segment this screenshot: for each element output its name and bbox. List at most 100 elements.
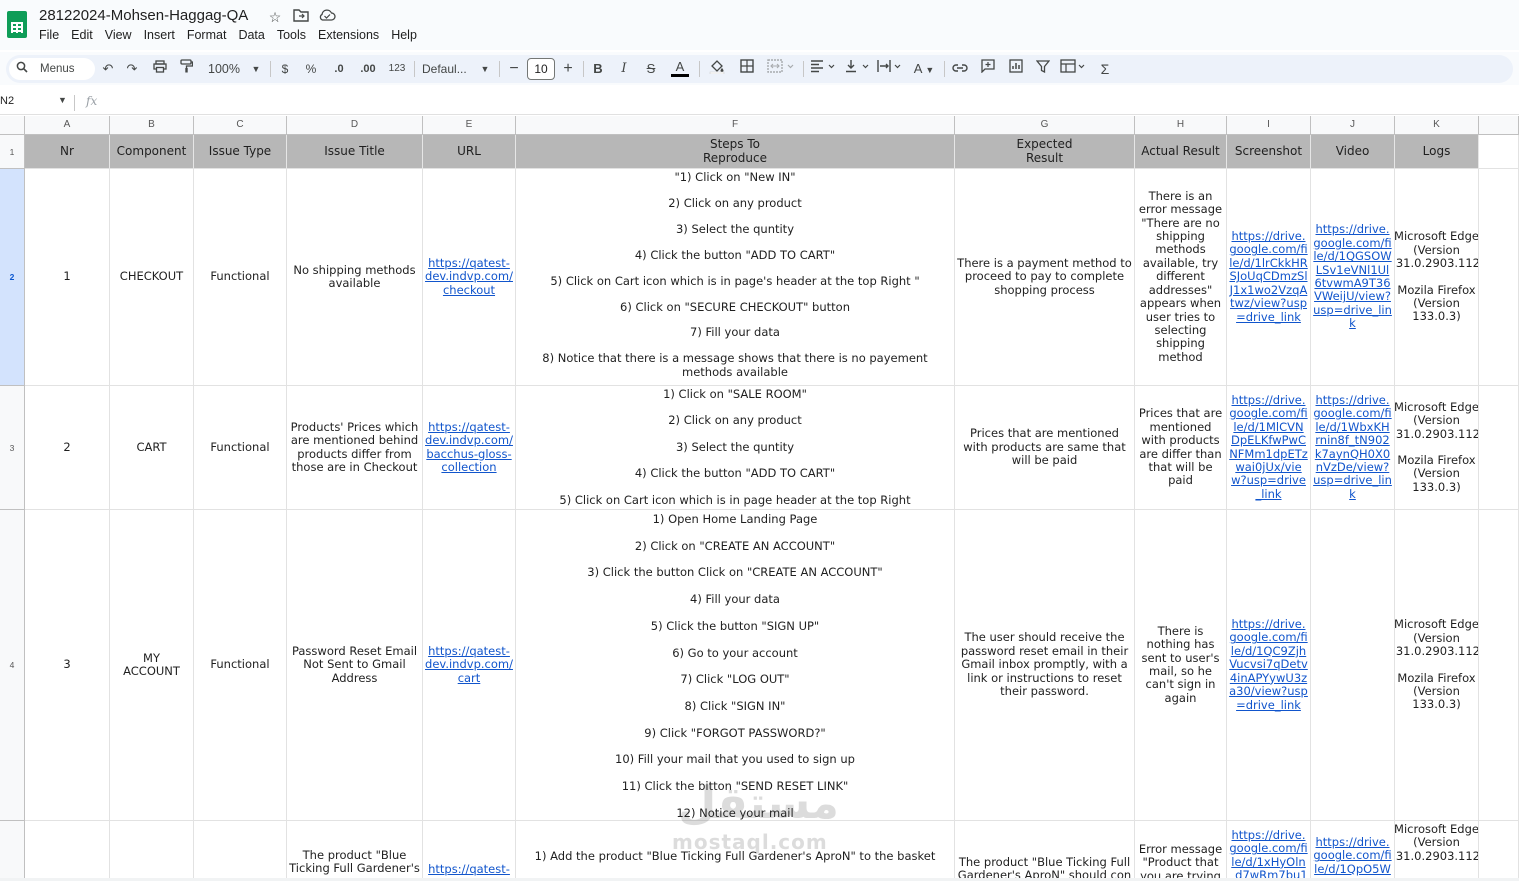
cell-component[interactable] bbox=[110, 821, 194, 881]
cell-actual[interactable]: Error message "Product that you are tryi… bbox=[1135, 821, 1227, 881]
row-header-1[interactable]: 1 bbox=[0, 135, 25, 169]
header-cell-url[interactable]: URL bbox=[423, 135, 516, 169]
header-cell-video[interactable]: Video bbox=[1311, 135, 1395, 169]
menu-tools[interactable]: Tools bbox=[271, 27, 312, 45]
cell-issue-type[interactable]: Functional bbox=[194, 386, 287, 510]
document-title[interactable]: 28122024-Mohsen-Haggag-QA bbox=[39, 7, 248, 24]
cell-logs[interactable]: Microsoft Edge (Version 131.0.2903.112) … bbox=[1395, 386, 1479, 510]
column-header-b[interactable]: B bbox=[110, 116, 194, 135]
bold-button[interactable]: B bbox=[591, 59, 605, 79]
empty-cell[interactable] bbox=[1479, 386, 1519, 510]
cell-url-link[interactable]: https://qatest- bbox=[423, 821, 516, 881]
cell-url-link[interactable]: https://qatest-dev.indvp.com/checkout bbox=[423, 169, 516, 386]
insert-chart-icon[interactable] bbox=[1006, 59, 1026, 79]
header-cell-screenshot[interactable]: Screenshot bbox=[1227, 135, 1311, 169]
menu-insert[interactable]: Insert bbox=[138, 27, 181, 45]
header-cell-logs[interactable]: Logs bbox=[1395, 135, 1479, 169]
header-cell-steps[interactable]: Steps To Reproduce bbox=[516, 135, 955, 169]
cell-logs[interactable]: Microsoft Edge (Version 131.0.2903.112) bbox=[1395, 821, 1479, 881]
number-format-button[interactable]: 123 bbox=[386, 59, 408, 79]
cell-video-link[interactable]: https://drive.google.com/file/d/1WbxKHrn… bbox=[1311, 386, 1395, 510]
fill-color-icon[interactable] bbox=[707, 59, 727, 79]
cell-screenshot-link[interactable]: https://drive.google.com/file/d/1MlCVNDp… bbox=[1227, 386, 1311, 510]
filter-views-icon[interactable] bbox=[1059, 59, 1089, 79]
currency-format-button[interactable]: $ bbox=[278, 59, 292, 79]
cell-expected[interactable]: The user should receive the password res… bbox=[955, 510, 1135, 821]
cell-video-link[interactable]: https://drive.google.com/file/d/1QGSOWLS… bbox=[1311, 169, 1395, 386]
column-header-k[interactable]: K bbox=[1395, 116, 1479, 135]
header-cell-component[interactable]: Component bbox=[110, 135, 194, 169]
insert-link-icon[interactable] bbox=[950, 59, 970, 79]
cell-issue-title[interactable]: Password Reset Email Not Sent to Gmail A… bbox=[287, 510, 423, 821]
empty-cell[interactable] bbox=[1479, 821, 1519, 881]
decrease-decimal-button[interactable]: .0 bbox=[329, 59, 349, 79]
header-cell-nr[interactable]: Nr bbox=[25, 135, 110, 169]
menu-view[interactable]: View bbox=[99, 27, 138, 45]
menus-search[interactable]: Menus bbox=[9, 58, 95, 80]
cell-logs[interactable]: Microsoft Edge (Version 131.0.2903.112) … bbox=[1395, 510, 1479, 821]
cell-issue-title[interactable]: The product "Blue Ticking Full Gardener'… bbox=[287, 821, 423, 881]
folder-move-icon[interactable] bbox=[292, 8, 310, 26]
cloud-status-icon[interactable] bbox=[318, 8, 336, 26]
cell-component[interactable]: CART bbox=[110, 386, 194, 510]
header-cell-actual[interactable]: Actual Result bbox=[1135, 135, 1227, 169]
cell-issue-type[interactable]: Functional bbox=[194, 169, 287, 386]
cell-logs[interactable]: Microsoft Edge (Version 131.0.2903.112) … bbox=[1395, 169, 1479, 386]
header-cell-issue-type[interactable]: Issue Type bbox=[194, 135, 287, 169]
cell-nr[interactable] bbox=[25, 821, 110, 881]
cell-steps[interactable]: 1) Click on "SALE ROOM" 2) Click on any … bbox=[516, 386, 955, 510]
increase-decimal-button[interactable]: .00 bbox=[356, 59, 380, 79]
cell-actual[interactable]: There is nothing has sent to user's mail… bbox=[1135, 510, 1227, 821]
increase-font-size-icon[interactable]: + bbox=[561, 59, 575, 79]
menu-help[interactable]: Help bbox=[385, 27, 423, 45]
cell-video-empty[interactable] bbox=[1311, 510, 1395, 821]
row-header-4[interactable]: 4 bbox=[0, 510, 25, 821]
paint-format-icon[interactable] bbox=[177, 59, 195, 79]
cell-nr[interactable]: 2 bbox=[25, 386, 110, 510]
empty-cell[interactable] bbox=[1479, 510, 1519, 821]
row-header-5[interactable] bbox=[0, 821, 25, 881]
menu-extensions[interactable]: Extensions bbox=[312, 27, 385, 45]
percent-format-button[interactable]: % bbox=[304, 59, 318, 79]
empty-cell[interactable] bbox=[1479, 135, 1519, 169]
text-wrapping-icon[interactable] bbox=[876, 59, 906, 79]
vertical-align-icon[interactable] bbox=[844, 59, 874, 79]
cell-expected[interactable]: The product "Blue Ticking Full Gardener'… bbox=[955, 821, 1135, 881]
column-header-e[interactable]: E bbox=[423, 116, 516, 135]
column-header-a[interactable]: A bbox=[25, 116, 110, 135]
header-cell-issue-title[interactable]: Issue Title bbox=[287, 135, 423, 169]
cell-screenshot-link[interactable]: https://drive.google.com/file/d/1xHyOln_… bbox=[1227, 821, 1311, 881]
filter-icon[interactable] bbox=[1033, 59, 1053, 79]
font-chevron-down-icon[interactable]: ▼ bbox=[479, 59, 491, 79]
font-size-input[interactable]: 10 bbox=[527, 58, 555, 80]
menu-file[interactable]: File bbox=[33, 27, 65, 45]
cell-expected[interactable]: Prices that are mentioned with products … bbox=[955, 386, 1135, 510]
text-rotation-icon[interactable]: A ▼ bbox=[909, 59, 939, 79]
cell-steps[interactable]: "1) Click on "New IN" 2) Click on any pr… bbox=[516, 169, 955, 386]
cell-url-link[interactable]: https://qatest-dev.indvp.com/cart bbox=[423, 510, 516, 821]
cell-component[interactable]: MY ACCOUNT bbox=[110, 510, 194, 821]
cell-actual[interactable]: Prices that are mentioned with products … bbox=[1135, 386, 1227, 510]
zoom-select[interactable]: 100% bbox=[206, 59, 242, 79]
cell-screenshot-link[interactable]: https://drive.google.com/file/d/1lrCkkHR… bbox=[1227, 169, 1311, 386]
strikethrough-button[interactable]: S bbox=[644, 59, 658, 79]
text-color-button[interactable]: A bbox=[671, 59, 689, 77]
italic-button[interactable]: I bbox=[617, 59, 631, 79]
borders-icon[interactable] bbox=[737, 59, 757, 79]
cell-issue-title[interactable]: Products' Prices which are mentioned beh… bbox=[287, 386, 423, 510]
empty-cell[interactable] bbox=[1479, 169, 1519, 386]
undo-icon[interactable]: ↶ bbox=[100, 59, 116, 79]
cell-expected[interactable]: There is a payment method to proceed to … bbox=[955, 169, 1135, 386]
functions-sigma-icon[interactable]: Σ bbox=[1096, 59, 1114, 79]
column-header-f[interactable]: F bbox=[516, 116, 955, 135]
insert-comment-icon[interactable] bbox=[978, 59, 998, 79]
merge-cells-icon[interactable] bbox=[766, 59, 796, 79]
row-header-3[interactable]: 3 bbox=[0, 386, 25, 510]
decrease-font-size-icon[interactable]: − bbox=[507, 59, 521, 79]
menu-edit[interactable]: Edit bbox=[65, 27, 99, 45]
cell-actual[interactable]: There is an error message "There are no … bbox=[1135, 169, 1227, 386]
print-icon[interactable] bbox=[151, 59, 169, 79]
menu-data[interactable]: Data bbox=[232, 27, 270, 45]
row-header-2[interactable]: 2 bbox=[0, 169, 25, 386]
column-header-h[interactable]: H bbox=[1135, 116, 1227, 135]
